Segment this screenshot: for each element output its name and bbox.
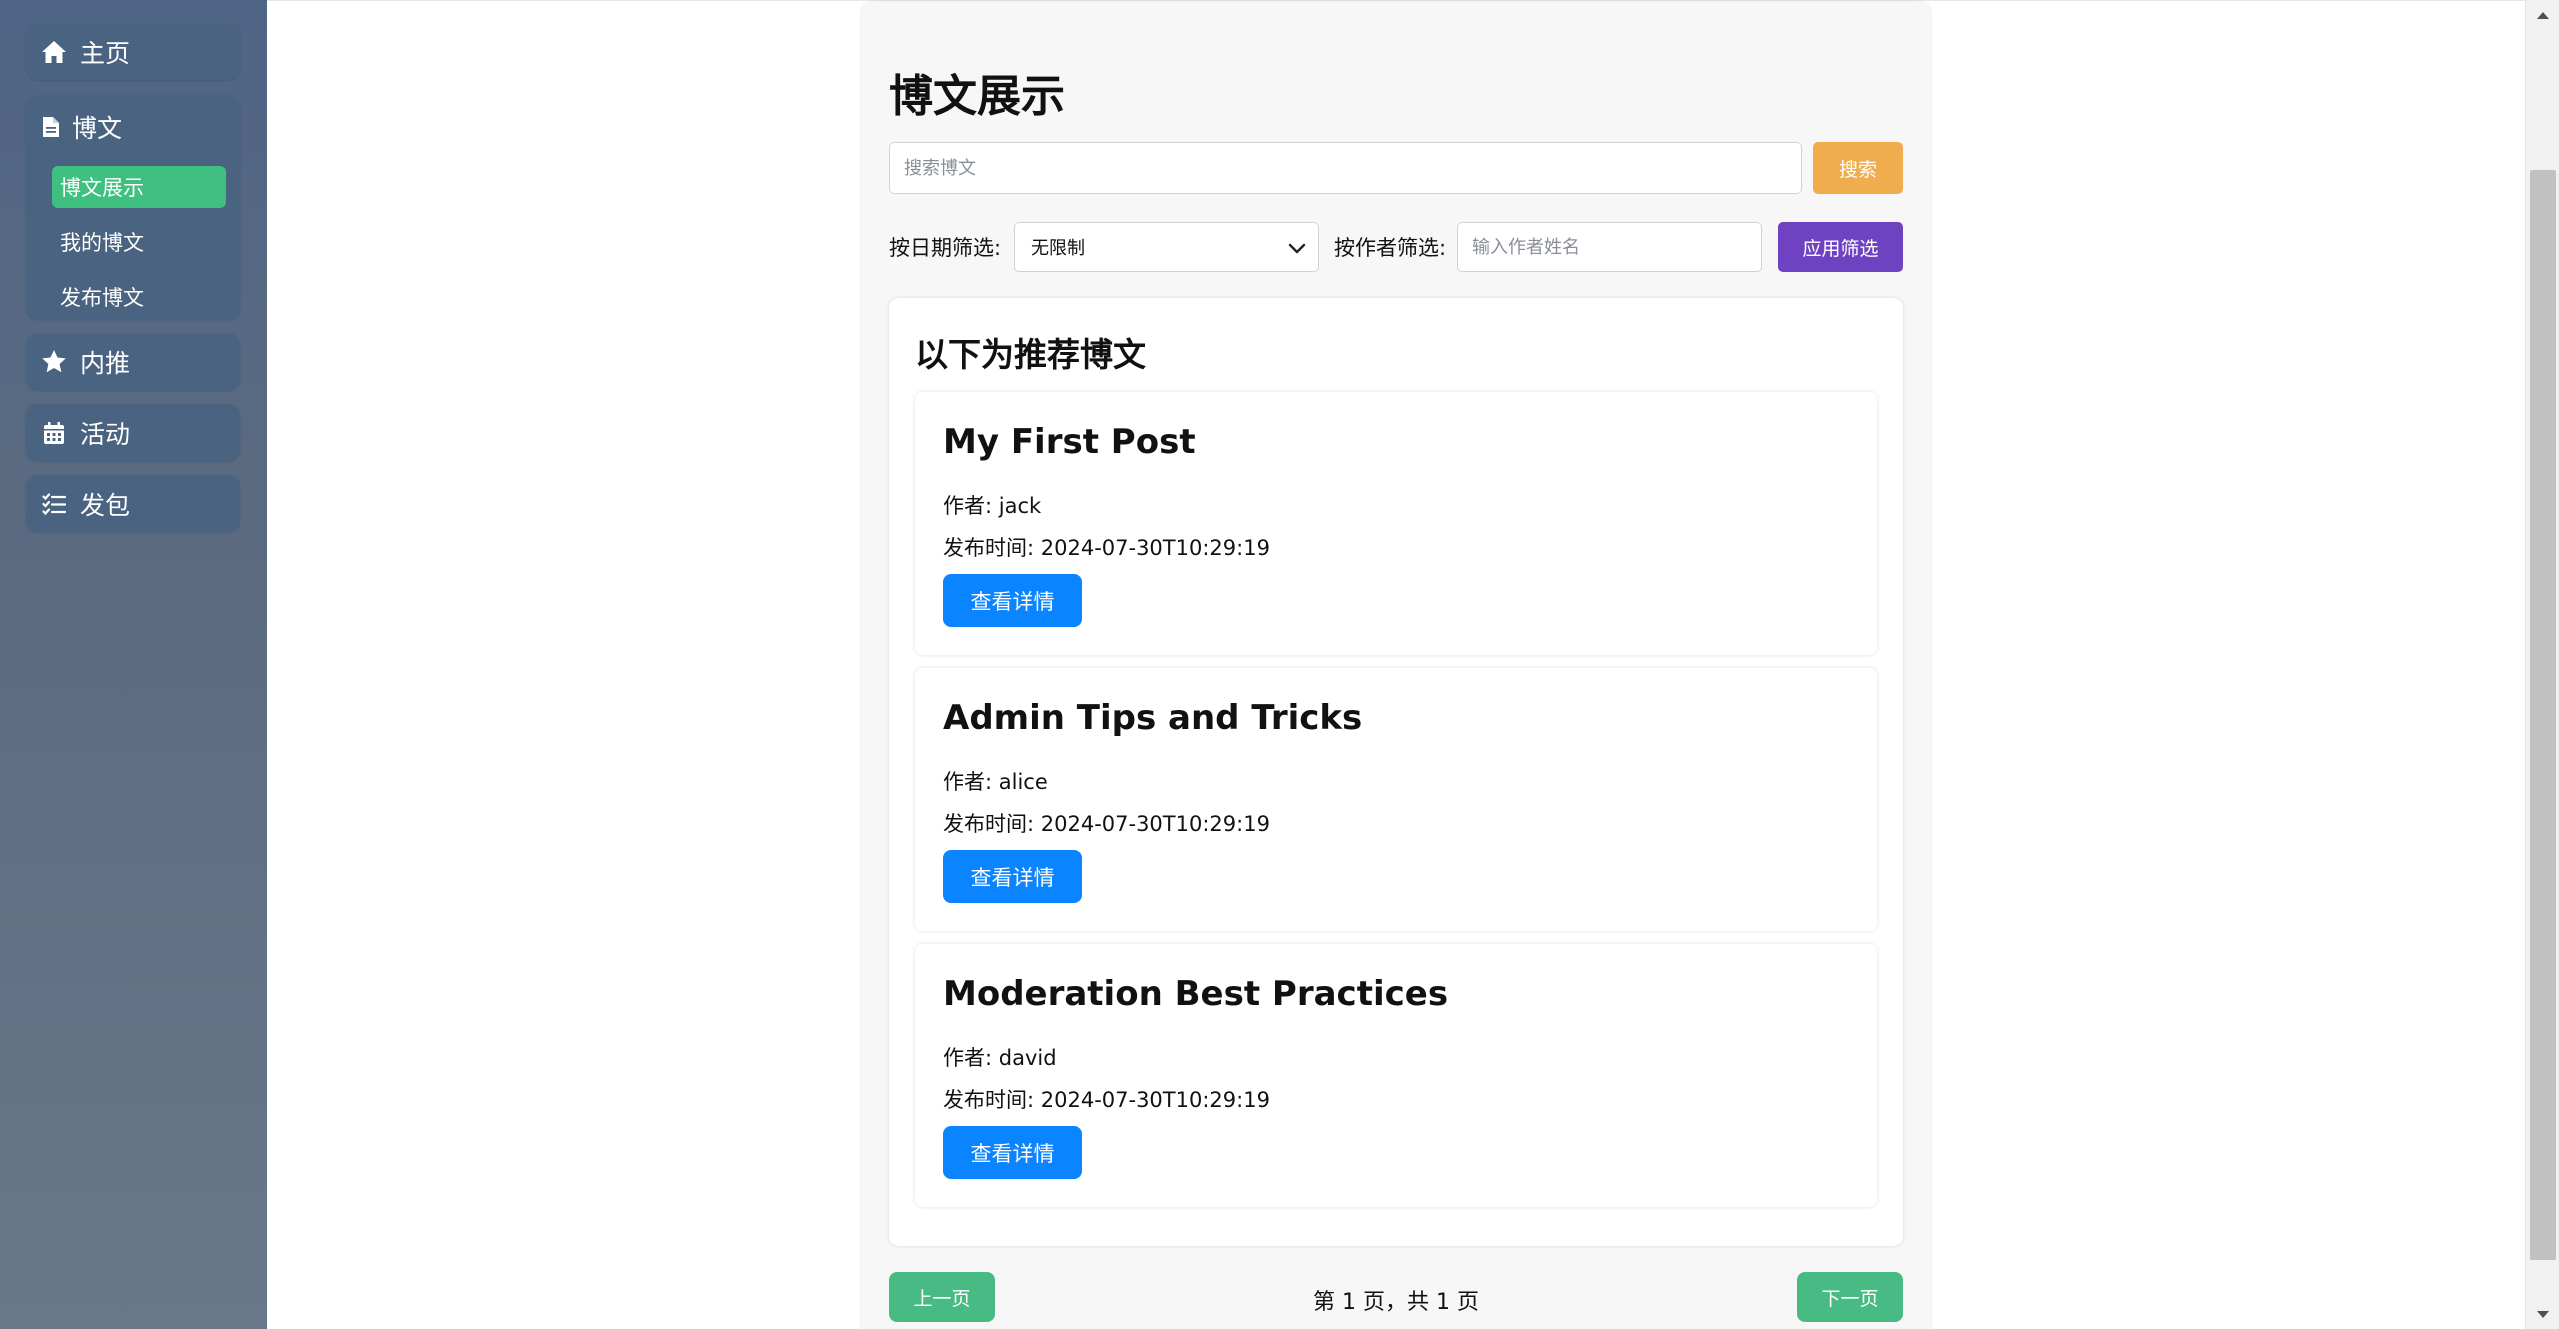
post-author: 作者: david bbox=[943, 1046, 1057, 1070]
sidebar-item-label: 主页 bbox=[80, 38, 131, 68]
scroll-down-arrow-icon[interactable] bbox=[2526, 1299, 2559, 1329]
sidebar-subitem-my-blogs[interactable]: 我的博文 bbox=[52, 221, 226, 263]
sidebar-item-label: 博文 bbox=[72, 114, 123, 143]
next-page-button[interactable]: 下一页 bbox=[1797, 1272, 1903, 1322]
post-title: My First Post bbox=[943, 422, 1196, 462]
calendar-icon bbox=[40, 419, 68, 447]
post-title: Admin Tips and Tricks bbox=[943, 698, 1363, 738]
post-author: 作者: alice bbox=[943, 770, 1048, 794]
sidebar-item-home[interactable]: 主页 bbox=[26, 23, 240, 80]
post-title: Moderation Best Practices bbox=[943, 974, 1449, 1014]
checklist-icon bbox=[40, 490, 68, 518]
recommended-posts: 以下为推荐博文 My First Post 作者: jack 发布时间: 202… bbox=[889, 298, 1903, 1246]
sidebar-subitem-label: 博文展示 bbox=[60, 176, 144, 200]
sidebar-item-events[interactable]: 活动 bbox=[26, 404, 240, 461]
sidebar-subitem-blog-display[interactable]: 博文展示 bbox=[52, 166, 226, 208]
sidebar-item-label: 活动 bbox=[80, 419, 131, 449]
star-icon bbox=[40, 348, 68, 376]
main-panel: 博文展示 搜索 按日期筛选: 无限制 按作者筛选: 应用筛选 以下为推荐博文 M… bbox=[862, 2, 1930, 1329]
file-icon bbox=[40, 113, 62, 141]
page-title: 博文展示 bbox=[889, 71, 1065, 122]
sidebar-subitem-label: 我的博文 bbox=[60, 231, 144, 255]
date-filter-label: 按日期筛选: bbox=[889, 236, 1002, 260]
sidebar-item-referral[interactable]: 内推 bbox=[26, 333, 240, 390]
app-root: 主页 博文 博文展示 我的博文 发布博文 内推 活动 发包 博文展示 搜索博文 … bbox=[0, 0, 2559, 1329]
top-divider bbox=[267, 0, 2525, 1]
sidebar-item-tasks[interactable]: 发包 bbox=[26, 475, 240, 532]
home-icon bbox=[40, 38, 68, 66]
sidebar-subitem-label: 发布博文 bbox=[60, 286, 144, 310]
search-input[interactable] bbox=[889, 142, 1802, 194]
chevron-down-icon bbox=[1288, 243, 1306, 254]
post-time: 发布时间: 2024-07-30T10:29:19 bbox=[943, 812, 1270, 836]
date-filter-value: 无限制 bbox=[1031, 238, 1085, 259]
sidebar-item-blog[interactable]: 博文 bbox=[40, 107, 122, 147]
sidebar-item-label: 内推 bbox=[80, 348, 131, 378]
sidebar-group-blog: 博文 博文展示 我的博文 发布博文 bbox=[26, 95, 240, 319]
recommended-title: 以下为推荐博文 bbox=[915, 335, 1146, 374]
sidebar-subitem-publish-blog[interactable]: 发布博文 bbox=[52, 276, 226, 318]
post-card: Admin Tips and Tricks 作者: alice 发布时间: 20… bbox=[915, 668, 1877, 931]
search-button[interactable]: 搜索 bbox=[1813, 142, 1903, 194]
author-filter-input[interactable] bbox=[1457, 222, 1762, 272]
page-info: 第 1 页，共 1 页 bbox=[1313, 1290, 1479, 1315]
scrollbar-thumb[interactable] bbox=[2530, 170, 2556, 1260]
vertical-scrollbar[interactable] bbox=[2525, 0, 2559, 1329]
scroll-up-arrow-icon[interactable] bbox=[2526, 0, 2559, 30]
post-card: Moderation Best Practices 作者: david 发布时间… bbox=[915, 944, 1877, 1207]
date-filter-select[interactable]: 无限制 bbox=[1014, 222, 1319, 272]
post-time: 发布时间: 2024-07-30T10:29:19 bbox=[943, 1088, 1270, 1112]
post-author: 作者: jack bbox=[943, 494, 1042, 518]
author-filter-label: 按作者筛选: bbox=[1334, 236, 1447, 260]
apply-filter-button[interactable]: 应用筛选 bbox=[1778, 222, 1903, 272]
view-details-button[interactable]: 查看详情 bbox=[943, 574, 1082, 627]
sidebar-item-label: 发包 bbox=[80, 490, 131, 520]
post-time: 发布时间: 2024-07-30T10:29:19 bbox=[943, 536, 1270, 560]
sidebar: 主页 博文 博文展示 我的博文 发布博文 内推 活动 发包 bbox=[0, 0, 267, 1329]
view-details-button[interactable]: 查看详情 bbox=[943, 1126, 1082, 1179]
post-card: My First Post 作者: jack 发布时间: 2024-07-30T… bbox=[915, 392, 1877, 655]
view-details-button[interactable]: 查看详情 bbox=[943, 850, 1082, 903]
